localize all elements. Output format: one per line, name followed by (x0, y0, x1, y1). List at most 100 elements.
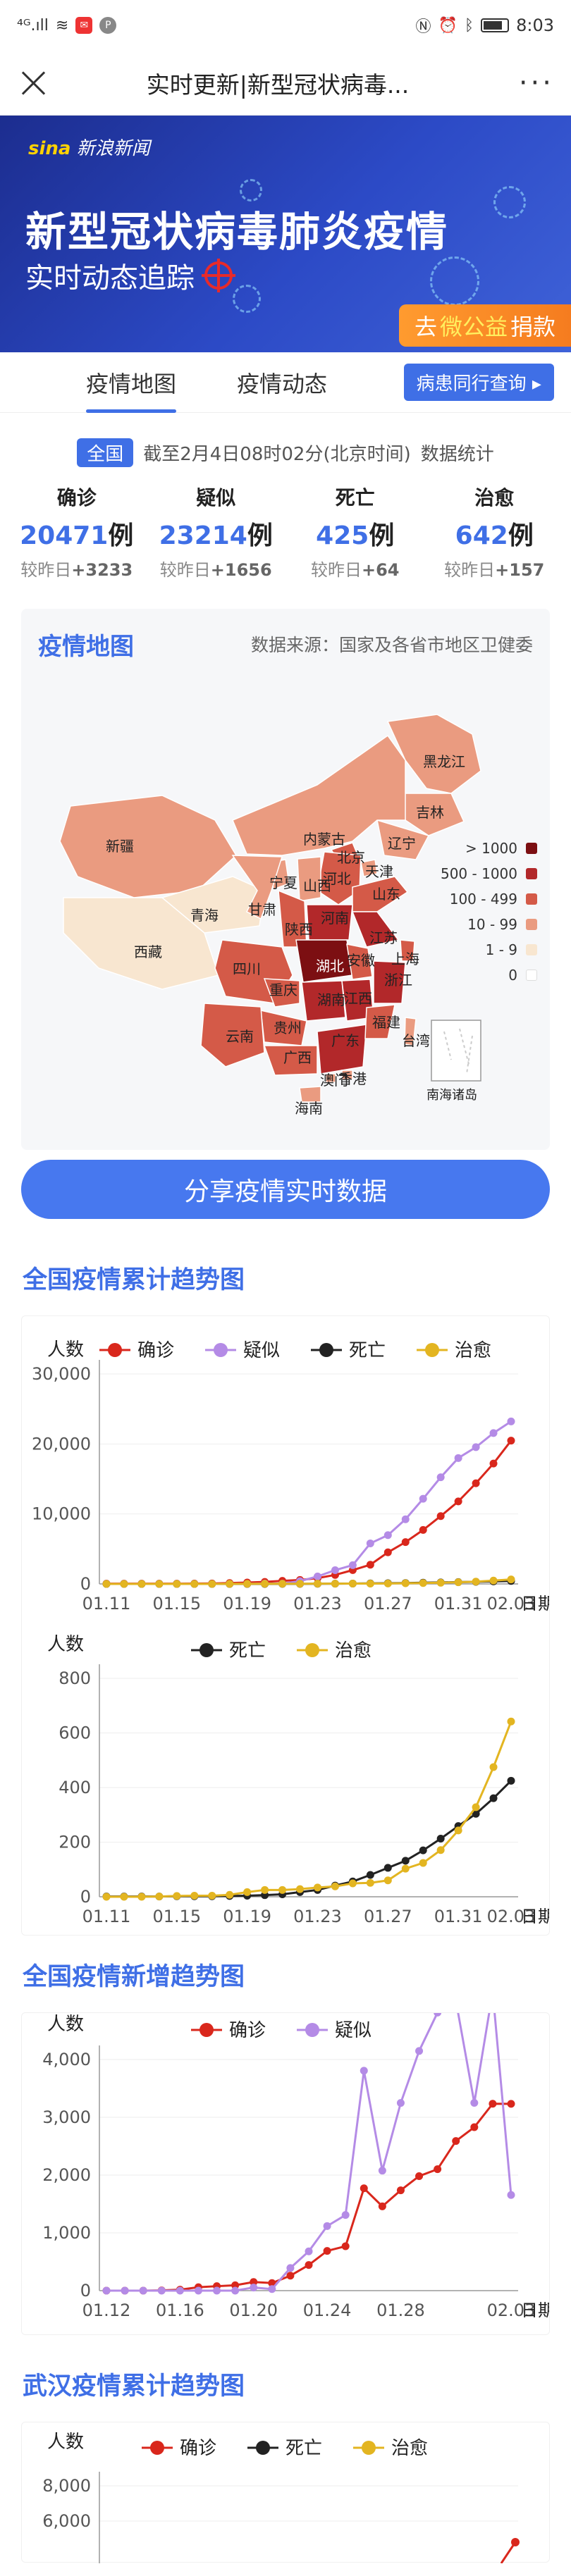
close-icon[interactable] (17, 66, 51, 100)
data-point[interactable] (507, 1417, 515, 1425)
legend-item[interactable]: 500 - 1000 (441, 861, 537, 886)
data-point[interactable] (296, 1580, 305, 1588)
data-point[interactable] (401, 1864, 410, 1873)
data-point[interactable] (313, 1580, 321, 1588)
data-point[interactable] (331, 1580, 339, 1588)
data-point[interactable] (401, 1857, 410, 1865)
data-point[interactable] (348, 1561, 357, 1569)
legend-marker[interactable] (319, 1343, 333, 1357)
data-point[interactable] (489, 1576, 498, 1585)
data-point[interactable] (419, 1859, 427, 1867)
data-point[interactable] (489, 1429, 498, 1437)
data-point[interactable] (226, 1580, 234, 1588)
data-point[interactable] (470, 2099, 479, 2107)
data-point[interactable] (472, 1803, 480, 1812)
data-point[interactable] (436, 1512, 445, 1521)
share-data-button[interactable]: 分享疫情实时数据 (21, 1160, 550, 1219)
data-point[interactable] (243, 1888, 252, 1896)
data-point[interactable] (383, 1531, 392, 1540)
cumulative-total-chart[interactable]: 人数 确诊 疑似 死亡 治愈 0 10,000 20,000 30,000 01.11 01.15 0… (22, 1316, 555, 1626)
tab-news[interactable]: 疫情动态 (237, 366, 327, 399)
data-point[interactable] (176, 2286, 184, 2295)
data-point[interactable] (454, 1454, 462, 1462)
data-point[interactable] (278, 1885, 287, 1894)
data-point[interactable] (173, 1892, 181, 1900)
data-point[interactable] (507, 2100, 515, 2108)
data-point[interactable] (331, 1566, 339, 1574)
legend-marker[interactable] (256, 2441, 270, 2455)
legend-marker[interactable] (150, 2441, 164, 2455)
data-point[interactable] (472, 1479, 480, 1487)
data-point[interactable] (305, 2261, 313, 2270)
data-point[interactable] (419, 1579, 427, 1587)
data-point[interactable] (296, 1885, 305, 1893)
legend-item[interactable]: 100 - 499 (441, 886, 537, 912)
legend-marker[interactable] (199, 1643, 214, 1657)
data-point[interactable] (190, 1580, 199, 1588)
legend-marker[interactable] (305, 2023, 319, 2037)
data-point[interactable] (278, 1580, 287, 1588)
legend-marker[interactable] (362, 2441, 376, 2455)
data-point[interactable] (436, 1834, 445, 1843)
data-point[interactable] (454, 1826, 462, 1835)
data-point[interactable] (268, 2285, 276, 2293)
data-point[interactable] (261, 1580, 269, 1588)
data-point[interactable] (401, 1515, 410, 1523)
data-point[interactable] (489, 1794, 498, 1802)
data-point[interactable] (331, 1882, 339, 1890)
data-point[interactable] (436, 1473, 445, 1482)
data-point[interactable] (213, 2286, 221, 2295)
data-point[interactable] (366, 1871, 374, 1879)
data-point[interactable] (194, 2286, 202, 2295)
data-point[interactable] (489, 1459, 498, 1468)
data-point[interactable] (383, 1579, 392, 1587)
data-point[interactable] (341, 2211, 350, 2219)
data-point[interactable] (366, 1539, 374, 1547)
legend-item[interactable]: 0 (441, 962, 537, 988)
data-point[interactable] (286, 2272, 295, 2280)
data-point[interactable] (173, 1580, 181, 1588)
data-point[interactable] (378, 2202, 386, 2210)
data-point[interactable] (383, 1548, 392, 1556)
more-menu-icon[interactable]: ··· (505, 67, 554, 99)
data-point[interactable] (102, 1893, 111, 1901)
data-point[interactable] (360, 2067, 368, 2075)
data-point[interactable] (507, 1575, 515, 1584)
data-point[interactable] (120, 1580, 128, 1588)
data-point[interactable] (401, 1579, 410, 1587)
data-point[interactable] (190, 1891, 199, 1900)
data-point[interactable] (436, 1846, 445, 1854)
data-point[interactable] (360, 2184, 368, 2193)
data-point[interactable] (507, 1776, 515, 1785)
legend-marker[interactable] (108, 1343, 122, 1357)
data-point[interactable] (323, 2247, 331, 2255)
data-point[interactable] (313, 1572, 321, 1580)
data-point[interactable] (305, 2247, 313, 2255)
legend-item[interactable]: 10 - 99 (441, 912, 537, 937)
data-point[interactable] (231, 2286, 240, 2295)
data-point[interactable] (415, 2172, 424, 2180)
tab-map[interactable]: 疫情地图 (86, 366, 177, 413)
data-point[interactable] (419, 1525, 427, 1534)
data-point[interactable] (102, 2286, 111, 2295)
data-point[interactable] (419, 1494, 427, 1503)
data-point[interactable] (454, 1497, 462, 1506)
data-point[interactable] (120, 1893, 128, 1901)
data-point[interactable] (137, 1893, 146, 1901)
data-point[interactable] (489, 2100, 497, 2108)
data-point[interactable] (121, 2286, 129, 2295)
data-point[interactable] (452, 2137, 460, 2145)
data-point[interactable] (341, 2242, 350, 2250)
data-point[interactable] (261, 1885, 269, 1894)
data-point[interactable] (454, 1578, 462, 1587)
data-point[interactable] (155, 1893, 164, 1901)
legend-item[interactable]: > 1000 (441, 836, 537, 861)
data-point[interactable] (137, 1580, 146, 1588)
data-point[interactable] (286, 2264, 295, 2272)
wuhan-cumulative-chart[interactable]: 人数 确诊 死亡 治愈 6,000 8,000 (22, 2422, 549, 2576)
data-point[interactable] (436, 1578, 445, 1587)
data-point[interactable] (323, 2222, 331, 2230)
data-point[interactable] (348, 1580, 357, 1588)
data-point[interactable] (155, 1580, 164, 1588)
donate-button[interactable]: 去 微公益 捐款 (398, 304, 571, 347)
